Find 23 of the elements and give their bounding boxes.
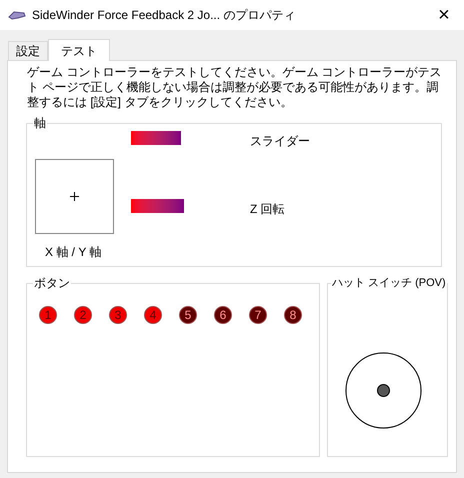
group-title: ハット スイッチ (POV) [331, 277, 447, 289]
tab[interactable]: テスト [48, 39, 110, 61]
tab[interactable]: 設定 [8, 41, 48, 60]
button-indicator: 4 [144, 306, 162, 324]
button-indicator: 5 [179, 306, 197, 324]
button-indicator: 7 [249, 306, 267, 324]
group-title: 軸 [33, 117, 47, 129]
slider-label: スライダー [250, 133, 310, 150]
button-indicator: 8 [284, 306, 302, 324]
button-indicator: 1 [39, 306, 57, 324]
slider-bar [131, 199, 184, 213]
joystick-icon [8, 9, 26, 21]
axis-label: X 軸 / Y 軸 [45, 244, 102, 261]
button-indicator: 3 [109, 306, 127, 324]
window-title: SideWinder Force Feedback 2 Jo... のプロパティ [32, 7, 296, 24]
button-indicator: 2 [74, 306, 92, 324]
slider-label: Z 回転 [250, 201, 285, 218]
crosshair-icon [70, 192, 79, 201]
close-button[interactable]: × [424, 0, 464, 30]
slider-bar [131, 131, 181, 145]
button-indicator: 6 [214, 306, 232, 324]
group-title: ボタン [33, 277, 71, 289]
description-text: ゲーム コントローラーをテストしてください。ゲーム コントローラーがテスト ページで正しく機能しない場合は調整が必要である可能性があります。調整するには [設定] タブをクリックしてください。 [26, 64, 443, 110]
